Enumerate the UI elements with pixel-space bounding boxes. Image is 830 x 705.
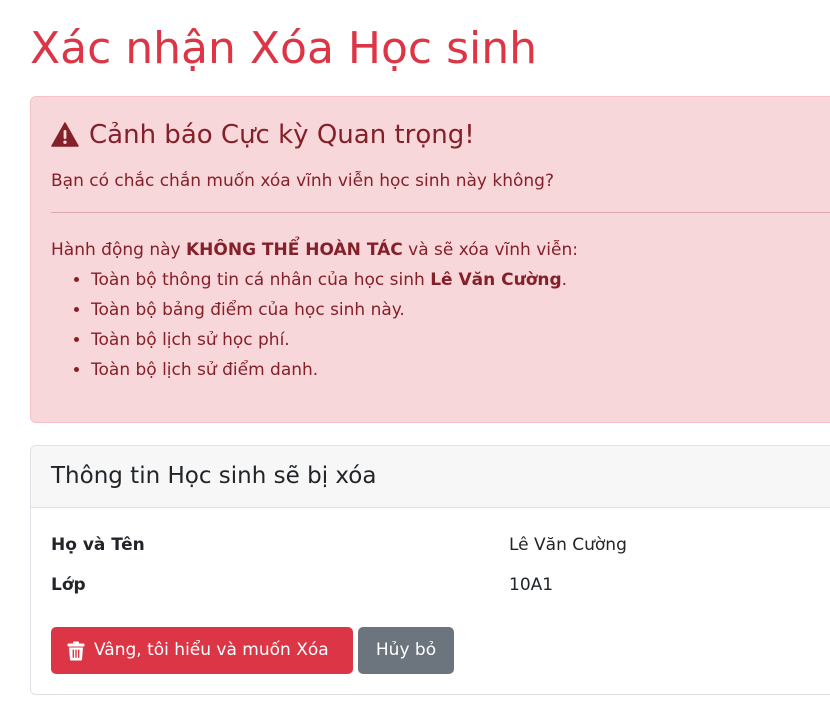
warning-alert: Cảnh báo Cực kỳ Quan trọng! Bạn có chắc …: [30, 96, 830, 423]
trash-icon: [67, 641, 85, 661]
list-item: Toàn bộ lịch sử điểm danh.: [91, 355, 567, 385]
alert-divider: [51, 212, 830, 213]
confirm-delete-label: Vâng, tôi hiểu và muốn Xóa: [94, 640, 329, 660]
field-label-class: Lớp: [51, 575, 86, 595]
field-value-class: 10A1: [509, 575, 554, 595]
confirm-delete-button[interactable]: Vâng, tôi hiểu và muốn Xóa: [51, 627, 353, 674]
alert-lead-bold: KHÔNG THỂ HOÀN TÁC: [185, 240, 403, 260]
alert-heading: Cảnh báo Cực kỳ Quan trọng!: [51, 115, 475, 155]
list-item: Toàn bộ thông tin cá nhân của học sinh L…: [91, 265, 567, 295]
alert-heading-text: Cảnh báo Cực kỳ Quan trọng!: [89, 120, 475, 150]
list-item: Toàn bộ bảng điểm của học sinh này.: [91, 295, 567, 325]
field-value-fullname: Lê Văn Cường: [509, 535, 627, 555]
consequence-list: Toàn bộ thông tin cá nhân của học sinh L…: [51, 265, 567, 385]
alert-lead-suffix: và sẽ xóa vĩnh viễn:: [402, 240, 578, 260]
alert-lead: Hành động này KHÔNG THỂ HOÀN TÁC và sẽ x…: [51, 236, 578, 264]
field-label-fullname: Họ và Tên: [51, 535, 145, 555]
list-item-prefix: Toàn bộ thông tin cá nhân của học sinh: [91, 270, 431, 290]
alert-question: Bạn có chắc chắn muốn xóa vĩnh viễn học …: [51, 171, 554, 191]
list-item: Toàn bộ lịch sử học phí.: [91, 325, 567, 355]
page-title: Xác nhận Xóa Học sinh: [30, 23, 538, 74]
card-header: Thông tin Học sinh sẽ bị xóa: [31, 446, 830, 508]
student-info-card: Thông tin Học sinh sẽ bị xóa Họ và Tên L…: [30, 445, 830, 695]
student-name-bold: Lê Văn Cường: [430, 270, 562, 290]
card-title: Thông tin Học sinh sẽ bị xóa: [51, 463, 377, 489]
list-item-suffix: .: [561, 270, 568, 290]
alert-lead-prefix: Hành động này: [51, 240, 186, 260]
warning-triangle-icon: [51, 121, 79, 149]
cancel-button[interactable]: Hủy bỏ: [358, 627, 454, 674]
